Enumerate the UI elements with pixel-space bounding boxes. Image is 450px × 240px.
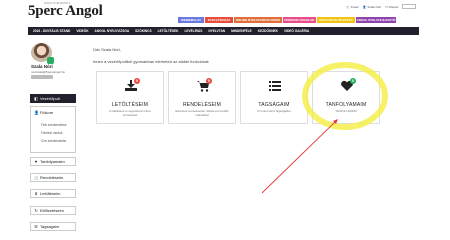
color-tab[interactable]: ONLINE NYELVTANFOLYAMOK — [234, 17, 282, 23]
card-description: Itt tudod elérni tagságaidat — [257, 109, 291, 113]
sidebar-item-memberships[interactable]: ☰ Tagságaim — [30, 222, 76, 231]
color-tab[interactable]: PRÉMIUM ANGOLOK — [283, 17, 316, 23]
logout-link[interactable]: ⏻ Kilépés — [385, 5, 398, 9]
nav-item[interactable]: 2016 - DIGITÁLIS STAND — [33, 29, 70, 33]
search-input[interactable] — [402, 4, 416, 9]
profile-link-label: Szala Nóri — [367, 5, 382, 9]
card-title: TANFOLYAMAIM — [325, 102, 367, 108]
dashboard-icon: ◧ — [34, 95, 38, 101]
nav-item[interactable]: LEVÉLÍRÁS — [184, 29, 202, 33]
sidebar-item-courses[interactable]: ♥ Tanfolyamaim — [30, 157, 76, 166]
card-title: TAGSÁGAIM — [258, 102, 290, 108]
sidebar-item-downloads[interactable]: ⬇ Letöltéseim — [30, 189, 76, 198]
refresh-icon: ↻ — [34, 207, 38, 213]
intro-text: Innen a vezérlőpultból gyorsabban elérhe… — [93, 59, 210, 64]
download-icon: ⬇ — [34, 190, 38, 196]
logout-link-label: Kilépés — [388, 5, 399, 9]
nav-item[interactable]: KEZDŐKNEK — [258, 29, 278, 33]
sidebar-subitem-payment-methods[interactable]: Fizetési módok — [41, 131, 62, 135]
nav-item[interactable]: ANGOL NYELVVIZSGA — [95, 29, 130, 33]
nav-item[interactable]: VIDEÓ GALÉRIA — [284, 29, 309, 33]
nav-item[interactable]: NYELVTAN — [208, 29, 225, 33]
card-title: LETÖLTÉSEIM — [111, 102, 149, 108]
cart-link[interactable]: 🛒 Kosár — [346, 5, 359, 9]
sidebar-item-subscriptions[interactable]: ↻ Előfizetéseim — [30, 206, 76, 215]
color-tab[interactable]: NYELVÁRUHÁZ — [205, 17, 233, 23]
cart-link-label: Kosár — [350, 5, 359, 9]
sidebar-item-label: Vezérlőpult — [40, 96, 60, 101]
sidebar-group-account: 👤 Fiókom Fiók szerkesztése Fizetési módo… — [30, 106, 76, 153]
sidebar-item-account[interactable]: 👤 Fiókom — [34, 110, 53, 115]
sidebar-item-label: Tanfolyamaim — [40, 159, 65, 164]
card-badge: 0 — [350, 78, 356, 84]
card-description: Elérheted rendeléseidet, láthatod a korá… — [175, 109, 229, 117]
avatar-edit-badge[interactable] — [47, 57, 54, 64]
card-courses[interactable]: 0 TANFOLYAMAIM TANFOLYAMAIM — [312, 71, 380, 124]
color-tab[interactable]: ANGOL NYELVFEJLESZTŐ — [356, 17, 396, 23]
color-tab[interactable]: MAGAZIN ELŐFIZETÉS — [317, 17, 355, 23]
sidebar-subitem-edit-address[interactable]: Cím szerkesztése — [41, 139, 66, 143]
top-links: 🛒 Kosár 👤 Szala Nóri ⏻ Kilépés — [346, 5, 398, 9]
card-badge: 0 — [206, 78, 212, 84]
heart-icon: ♥ — [34, 158, 38, 164]
sidebar-subitem-edit-account[interactable]: Fiók szerkesztése — [41, 123, 67, 127]
site-logo[interactable]: 5perc Angol — [28, 3, 103, 20]
logo-subtitle: ANGOL NYELVKÖNYV — [44, 2, 71, 5]
card-downloads[interactable]: 0 LETÖLTÉSEIM Itt találhatod a megvásáro… — [96, 71, 164, 124]
color-tab[interactable]: WEBBIRALAT — [178, 17, 204, 23]
nav-item[interactable]: LETÖLTÉSEK — [158, 29, 179, 33]
sidebar-item-orders[interactable]: 🛒 Rendeléseim — [30, 173, 76, 182]
nav-item[interactable]: SZÓKINCS — [135, 29, 151, 33]
card-description: TANFOLYAMAIM — [335, 109, 357, 113]
card-badge: 0 — [134, 78, 140, 84]
greeting: Üdv Szala Nóri, — [93, 47, 121, 52]
profile-link[interactable]: 👤 Szala Nóri — [363, 5, 382, 9]
sidebar-item-label: Fiókom — [40, 110, 54, 115]
user-icon: 👤 — [34, 109, 39, 115]
list-icon: ☰ — [34, 223, 38, 229]
sidebar-item-label: Rendeléseim — [40, 175, 64, 180]
user-role-pill — [31, 75, 53, 79]
category-color-bar: WEBBIRALAT NYELVÁRUHÁZ ONLINE NYELVTANFOLY… — [178, 17, 396, 23]
card-description: Itt találhatod a megvásárolt online term… — [109, 109, 151, 117]
sidebar-item-label: Tagságaim — [40, 224, 60, 229]
cart-icon: 🛒 — [34, 174, 39, 180]
list-icon — [269, 81, 281, 91]
main-navbar: 2016 - DIGITÁLIS STAND VIDEÓK ANGOL NYELVV… — [28, 27, 419, 35]
sidebar-item-dashboard[interactable]: ◧ Vezérlőpult — [30, 94, 76, 103]
nav-item[interactable]: VIDEÓK — [76, 29, 88, 33]
card-memberships[interactable]: TAGSÁGAIM Itt tudod elérni tagságaidat — [240, 71, 308, 124]
nav-item[interactable]: MINDENFÉLE — [231, 29, 252, 33]
card-title: RENDELÉSEIM — [182, 102, 222, 108]
sidebar-item-label: Előfizetéseim — [40, 208, 64, 213]
user-email: noriszala@5percangol.hu — [31, 70, 66, 74]
card-orders[interactable]: 0 RENDELÉSEIM Elérheted rendeléseidet, l… — [168, 71, 236, 124]
user-name: Szala Nóri — [31, 64, 53, 69]
sidebar-item-label: Letöltéseim — [40, 191, 61, 196]
annotation-arrow-line — [261, 120, 337, 194]
